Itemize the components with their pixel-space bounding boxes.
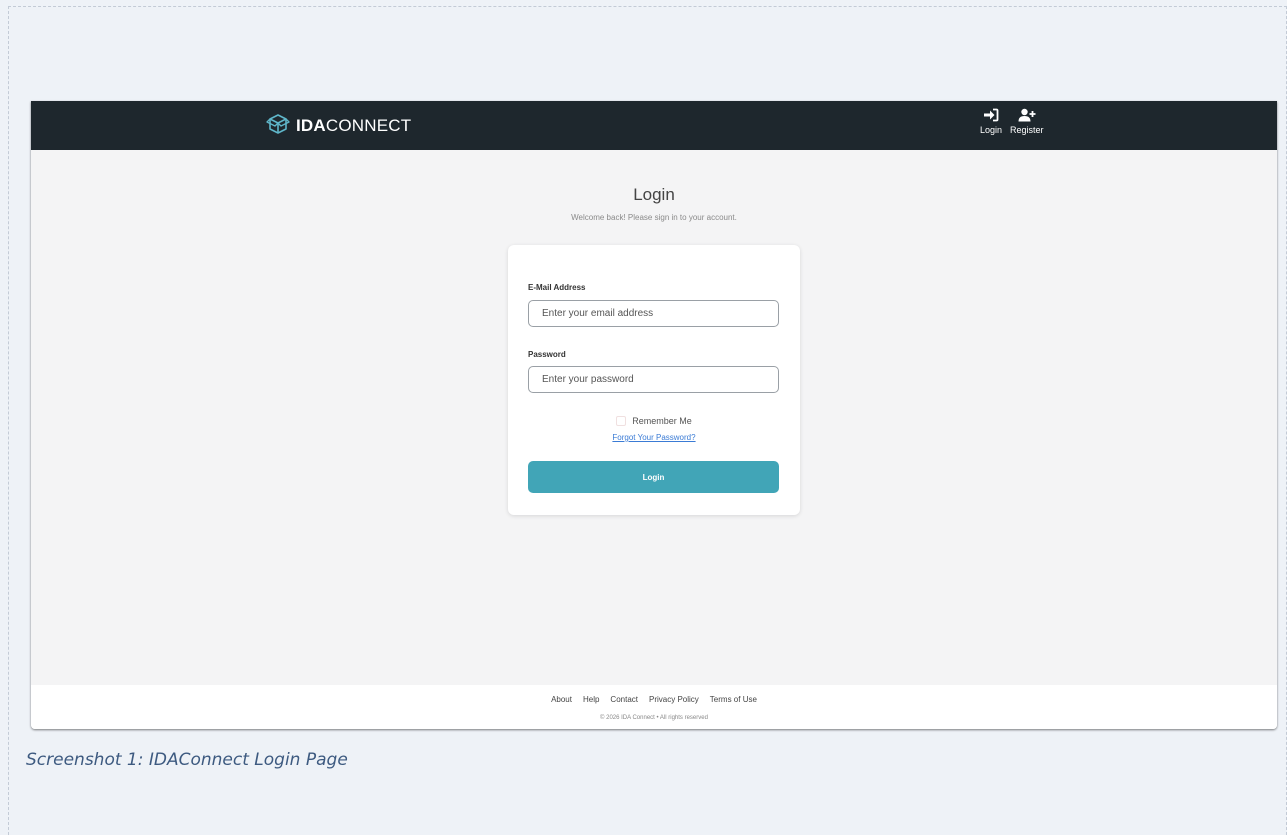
nav-register-label: Register: [1010, 125, 1044, 135]
forgot-password-link[interactable]: Forgot Your Password?: [508, 433, 800, 442]
screenshot-window: IDACONNECT Login Register Login Welcome …: [31, 101, 1277, 729]
brand-name-bold: IDA: [296, 116, 326, 135]
nav-login-link[interactable]: Login: [980, 108, 1002, 135]
password-label: Password: [528, 350, 566, 359]
brand-logo[interactable]: IDACONNECT: [266, 113, 411, 140]
footer-link-privacy-policy[interactable]: Privacy Policy: [649, 695, 699, 704]
user-plus-icon: [1018, 108, 1036, 122]
copyright-text: © 2026 IDA Connect • All rights reserved: [600, 715, 708, 721]
page-footer: About Help Contact Privacy Policy Terms …: [31, 685, 1277, 729]
top-navbar: IDACONNECT Login Register: [31, 101, 1277, 150]
sign-in-icon: [984, 108, 999, 122]
brand-name-rest: CONNECT: [325, 116, 412, 135]
password-field[interactable]: [528, 366, 779, 393]
remember-me-row: Remember Me: [508, 416, 800, 426]
email-label: E-Mail Address: [528, 283, 586, 292]
nav-login-label: Login: [980, 125, 1003, 135]
footer-link-terms-of-use[interactable]: Terms of Use: [710, 695, 757, 704]
remember-me-checkbox[interactable]: [616, 416, 627, 426]
nav-links: Login Register: [980, 108, 1044, 135]
page-subtitle: Welcome back! Please sign in to your acc…: [571, 213, 737, 222]
box-logo-icon: [266, 113, 290, 140]
page-title: Login: [633, 185, 675, 204]
nav-register-link[interactable]: Register: [1010, 108, 1044, 135]
footer-link-about[interactable]: About: [551, 695, 572, 704]
footer-links: About Help Contact Privacy Policy Terms …: [31, 695, 1277, 704]
footer-link-help[interactable]: Help: [583, 695, 599, 704]
brand-name: IDACONNECT: [296, 116, 411, 136]
login-card: E-Mail Address Password Remember Me Forg…: [508, 245, 800, 515]
email-field[interactable]: [528, 300, 779, 327]
login-button[interactable]: Login: [528, 461, 779, 493]
footer-link-contact[interactable]: Contact: [610, 695, 638, 704]
remember-me-label: Remember Me: [632, 416, 692, 426]
main-content: Login Welcome back! Please sign in to yo…: [31, 150, 1277, 685]
screenshot-caption: Screenshot 1: IDAConnect Login Page: [26, 750, 348, 770]
